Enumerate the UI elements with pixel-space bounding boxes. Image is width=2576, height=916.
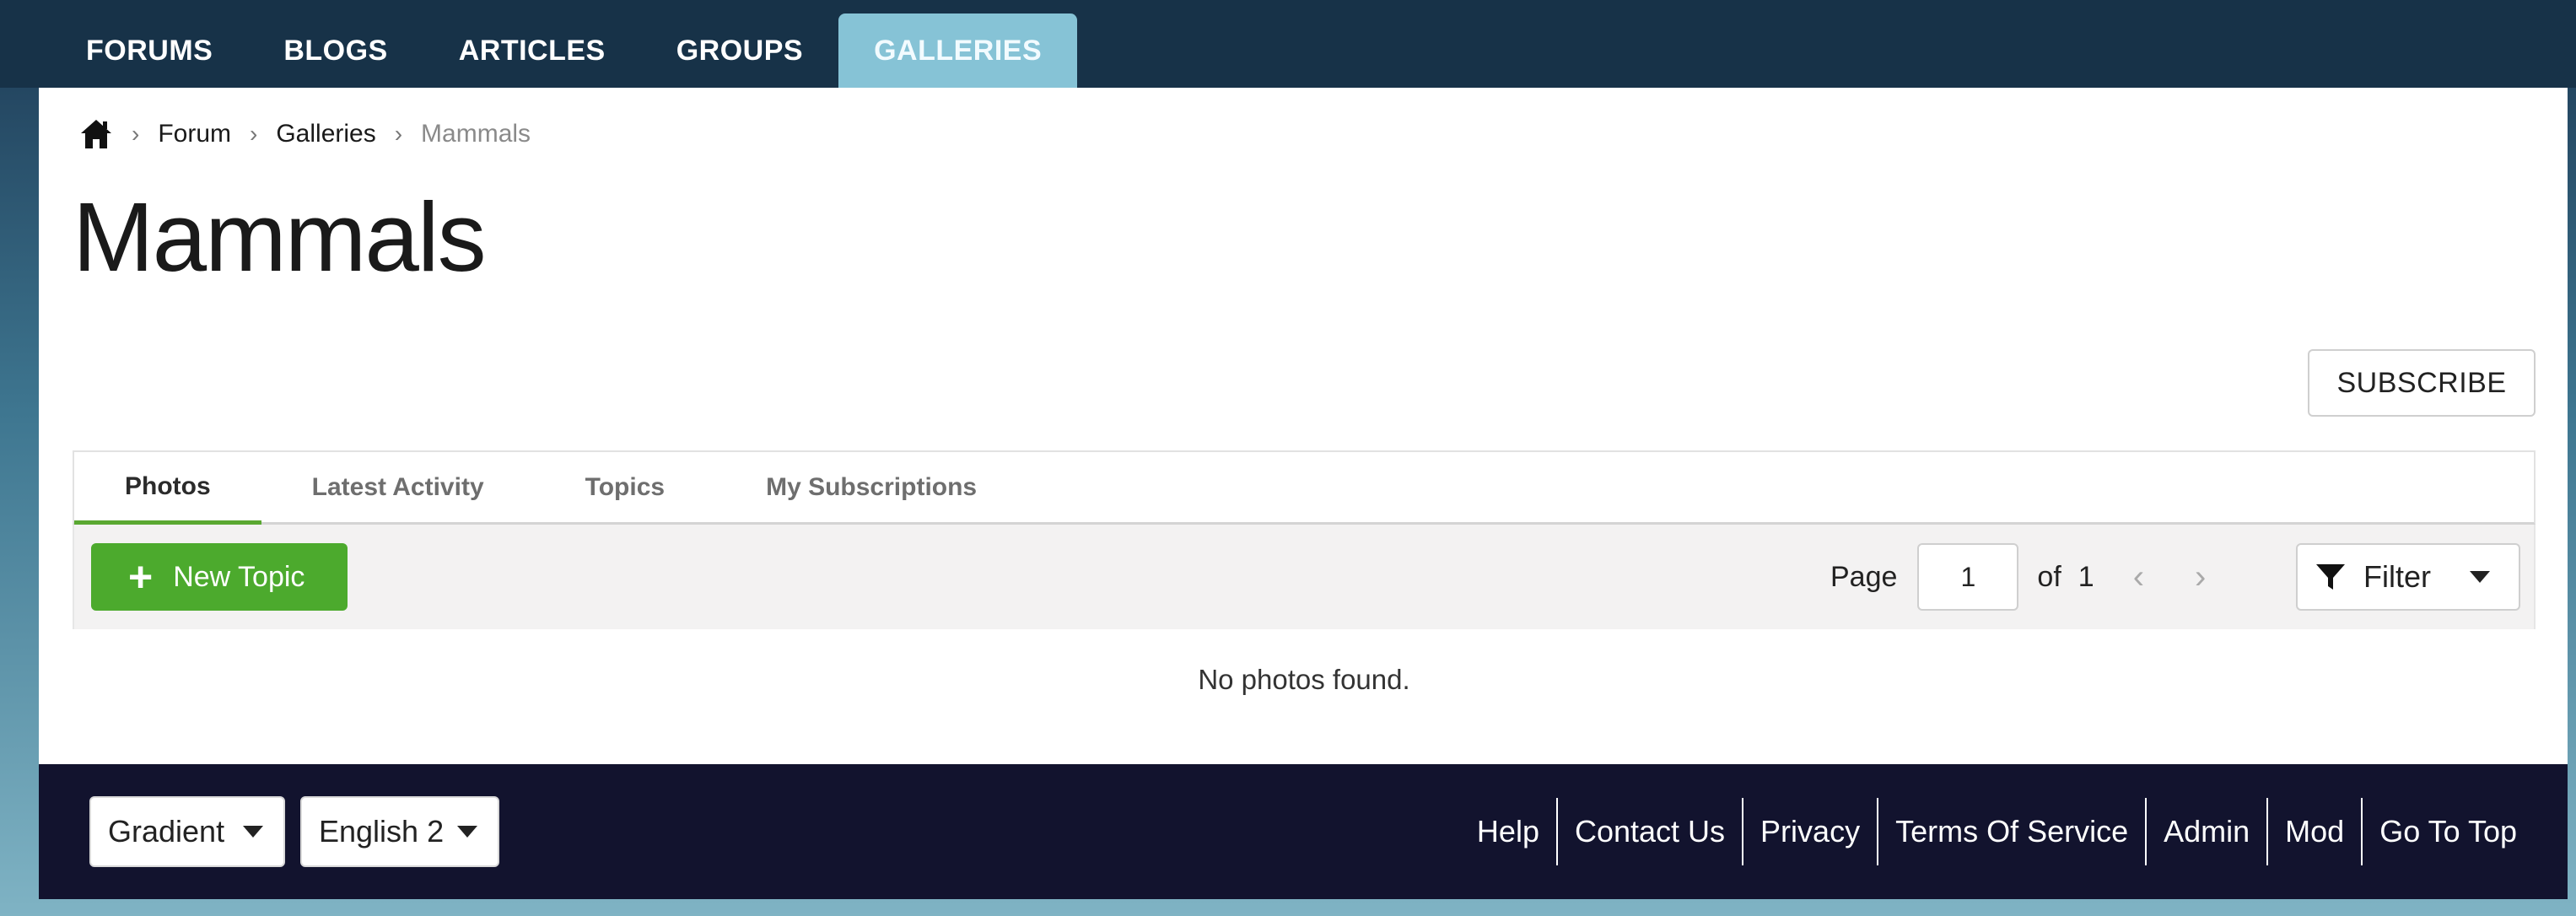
footer-link-help[interactable]: Help: [1460, 798, 1556, 865]
language-select[interactable]: English 2: [300, 796, 499, 867]
footer-link-mod[interactable]: Mod: [2266, 798, 2361, 865]
nav-tab-blogs[interactable]: BLOGS: [248, 13, 423, 88]
plus-icon: +: [128, 553, 154, 601]
page-number-input[interactable]: [1917, 543, 2019, 611]
footer-link-terms-of-service[interactable]: Terms Of Service: [1877, 798, 2145, 865]
chevron-right-icon: ›: [132, 121, 140, 147]
tab-latest-activity[interactable]: Latest Activity: [261, 452, 535, 522]
of-label: of: [2037, 560, 2061, 593]
home-icon[interactable]: [79, 118, 113, 150]
new-topic-button[interactable]: + New Topic: [91, 543, 348, 611]
breadcrumb-current: Mammals: [421, 120, 531, 148]
nav-tab-forums[interactable]: FORUMS: [51, 13, 248, 88]
new-topic-label: New Topic: [173, 560, 305, 593]
total-pages: 1: [2078, 560, 2094, 593]
caret-down-icon: [243, 826, 263, 838]
tab-topics[interactable]: Topics: [535, 452, 715, 522]
chevron-right-icon[interactable]: ›: [2195, 558, 2206, 596]
subscribe-button[interactable]: SUBSCRIBE: [2308, 349, 2536, 417]
nav-tab-groups[interactable]: GROUPS: [641, 13, 838, 88]
main-content: › Forum › Galleries › Mammals Mammals SU…: [39, 88, 2568, 764]
breadcrumb-forum[interactable]: Forum: [158, 120, 231, 148]
caret-down-icon: [457, 826, 477, 838]
toolbar: + New Topic Page of 1 ‹ › Filter: [73, 525, 2536, 629]
footer-link-privacy[interactable]: Privacy: [1742, 798, 1877, 865]
pagination: Page of 1 ‹ ›: [1830, 543, 2206, 611]
breadcrumb: › Forum › Galleries › Mammals: [79, 113, 531, 155]
top-navigation: FORUMS BLOGS ARTICLES GROUPS GALLERIES: [0, 0, 2576, 88]
theme-select-value: Gradient: [108, 814, 225, 849]
footer-link-go-to-top[interactable]: Go To Top: [2361, 798, 2534, 865]
footer: Gradient English 2 Help Contact Us Priva…: [39, 764, 2568, 899]
chevron-right-icon: ›: [394, 121, 403, 147]
language-select-value: English 2: [319, 814, 445, 849]
empty-message: No photos found.: [1198, 664, 1410, 695]
caret-down-icon: [2470, 571, 2490, 583]
chevron-right-icon: ›: [250, 121, 258, 147]
footer-links: Help Contact Us Privacy Terms Of Service…: [1460, 798, 2534, 865]
chevron-left-icon[interactable]: ‹: [2133, 558, 2144, 596]
page-label: Page: [1830, 560, 1898, 593]
filter-icon: [2316, 564, 2345, 590]
page-title: Mammals: [73, 182, 487, 292]
nav-tab-articles[interactable]: ARTICLES: [423, 13, 641, 88]
footer-link-contact-us[interactable]: Contact Us: [1555, 798, 1742, 865]
filter-button[interactable]: Filter: [2296, 543, 2520, 611]
breadcrumb-galleries[interactable]: Galleries: [276, 120, 375, 148]
filter-label: Filter: [2363, 559, 2431, 594]
nav-tab-galleries[interactable]: GALLERIES: [838, 13, 1078, 88]
tab-photos[interactable]: Photos: [74, 452, 261, 525]
gallery-panel: Photos Latest Activity Topics My Subscri…: [73, 450, 2536, 756]
tab-bar: Photos Latest Activity Topics My Subscri…: [73, 450, 2536, 525]
tab-my-subscriptions[interactable]: My Subscriptions: [715, 452, 1027, 522]
footer-link-admin[interactable]: Admin: [2145, 798, 2266, 865]
theme-select[interactable]: Gradient: [89, 796, 285, 867]
